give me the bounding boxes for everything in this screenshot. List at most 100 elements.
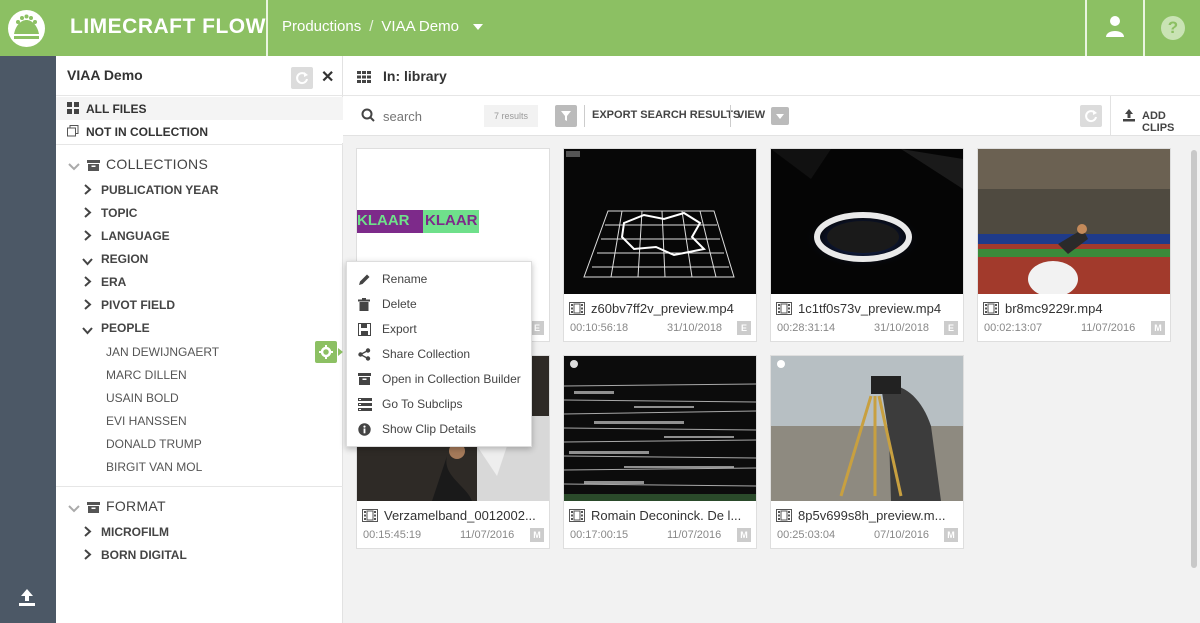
refresh-icon — [296, 72, 308, 85]
limecraft-logo[interactable] — [8, 10, 45, 47]
clip-card[interactable]: Romain Deconinck. De l... 00:17:00:15 11… — [563, 355, 757, 549]
user-icon[interactable] — [1104, 15, 1126, 44]
collection-item[interactable]: REGION — [56, 247, 343, 270]
grid-icon — [67, 102, 79, 117]
person-item[interactable]: DONALD TRUMP — [56, 432, 343, 455]
filter-not-in-collection[interactable]: NOT IN COLLECTION — [56, 120, 343, 143]
close-icon[interactable]: ✕ — [321, 67, 334, 87]
clip-duration: 00:25:03:04 — [777, 529, 836, 541]
person-label: EVI HANSSEN — [106, 414, 187, 428]
clip-thumbnail — [564, 356, 756, 501]
collection-item[interactable]: TOPIC — [56, 201, 343, 224]
menu-item-open-collection-builder[interactable]: Open in Collection Builder — [347, 367, 533, 392]
menu-item-label: Rename — [382, 272, 428, 286]
header-divider — [1143, 0, 1145, 56]
clip-date: 11/07/2016 — [460, 529, 515, 541]
export-search-results-button[interactable]: EXPORT SEARCH RESULTS — [592, 109, 740, 121]
upload-icon[interactable] — [17, 587, 37, 612]
refresh-button[interactable] — [291, 67, 313, 89]
clip-badge: M — [944, 528, 958, 542]
clip-date: 07/10/2016 — [874, 529, 930, 541]
toolbar-divider — [730, 105, 731, 127]
menu-item-show-clip-details[interactable]: Show Clip Details — [347, 417, 533, 442]
clip-card[interactable]: 1c1tf0s73v_preview.mp4 00:28:31:14 31/10… — [770, 148, 964, 342]
clip-badge: M — [737, 528, 751, 542]
collection-item[interactable]: LANGUAGE — [56, 224, 343, 247]
breadcrumb-productions[interactable]: Productions — [282, 18, 361, 35]
clip-duration: 00:15:45:19 — [363, 529, 422, 541]
clip-card[interactable]: br8mc9229r.mp4 00:02:13:07 11/07/2016 M — [977, 148, 1171, 342]
film-icon — [362, 509, 378, 525]
archive-icon — [87, 500, 100, 518]
clip-date: 11/07/2016 — [1081, 322, 1136, 334]
collection-item[interactable]: ERA — [56, 270, 343, 293]
filter-all-files[interactable]: ALL FILES — [56, 97, 343, 120]
collection-item-label: LANGUAGE — [101, 229, 170, 243]
add-clips-button[interactable]: ADD CLIPS — [1110, 96, 1200, 136]
clip-name: 8p5v699s8h_preview.m... — [776, 508, 960, 526]
view-dropdown[interactable] — [771, 107, 789, 125]
collection-item[interactable]: PUBLICATION YEAR — [56, 178, 343, 201]
collection-item[interactable]: PEOPLE — [56, 316, 343, 339]
info-icon — [358, 423, 371, 439]
menu-item-share-collection[interactable]: Share Collection — [347, 342, 533, 367]
app-brand[interactable]: LIMECRAFT FLOW — [70, 15, 266, 39]
clip-badge: E — [737, 321, 751, 335]
menu-item-label: Open in Collection Builder — [382, 372, 521, 386]
film-icon — [776, 509, 792, 525]
section-collections[interactable]: COLLECTIONS — [56, 144, 343, 180]
section-format[interactable]: FORMAT — [56, 486, 343, 522]
person-item[interactable]: EVI HANSSEN — [56, 409, 343, 432]
person-item[interactable]: MARC DILLEN — [56, 363, 343, 386]
person-item[interactable]: JAN DEWIJNGAERT — [56, 340, 343, 363]
clip-duration: 00:02:13:07 — [984, 322, 1043, 334]
trash-icon — [358, 298, 370, 314]
pencil-icon — [358, 273, 371, 289]
menu-item-delete[interactable]: Delete — [347, 292, 533, 317]
chevron-down-icon — [68, 500, 80, 518]
help-icon[interactable]: ? — [1161, 16, 1185, 40]
chevron-down-icon[interactable] — [472, 23, 483, 30]
clip-duration: 00:10:56:18 — [570, 322, 629, 334]
menu-item-export[interactable]: Export — [347, 317, 533, 342]
format-item-label: MICROFILM — [101, 525, 169, 539]
upload-icon — [1122, 108, 1136, 127]
clip-duration: 00:17:00:15 — [570, 529, 629, 541]
person-item[interactable]: USAIN BOLD — [56, 386, 343, 409]
menu-item-go-to-subclips[interactable]: Go To Subclips — [347, 392, 533, 417]
format-item[interactable]: BORN DIGITAL — [56, 543, 343, 566]
refresh-button[interactable] — [1080, 105, 1102, 127]
format-item-label: BORN DIGITAL — [101, 548, 187, 562]
chevron-right-icon — [84, 184, 92, 198]
film-icon — [569, 302, 585, 318]
film-icon — [983, 302, 999, 318]
chevron-down-icon — [82, 324, 93, 338]
breadcrumb-current[interactable]: VIAA Demo — [381, 18, 459, 35]
clip-date: 11/07/2016 — [667, 529, 722, 541]
search-input[interactable] — [383, 105, 483, 127]
clip-card[interactable]: 8p5v699s8h_preview.m... 00:25:03:04 07/1… — [770, 355, 964, 549]
clip-name: z60bv7ff2v_preview.mp4 — [569, 301, 753, 319]
view-button[interactable]: VIEW — [737, 109, 765, 121]
gear-icon[interactable] — [315, 341, 337, 363]
person-item[interactable]: BIRGIT VAN MOL — [56, 455, 343, 478]
context-menu: Rename Delete Export Share Collection Op… — [346, 261, 532, 447]
header-divider — [266, 0, 268, 56]
add-clips-label: ADD CLIPS — [1142, 110, 1175, 134]
scrollbar[interactable] — [1191, 150, 1197, 568]
collection-item-label: REGION — [101, 252, 149, 266]
filter-label: ALL FILES — [86, 102, 147, 116]
collection-sidebar: VIAA Demo ✕ ALL FILES NOT IN COLLECTION … — [56, 56, 343, 623]
filter-label: NOT IN COLLECTION — [86, 125, 208, 139]
menu-item-rename[interactable]: Rename — [347, 267, 533, 292]
search-toolbar: 7 results EXPORT SEARCH RESULTS VIEW ADD… — [343, 96, 1200, 136]
clip-card[interactable]: z60bv7ff2v_preview.mp4 00:10:56:18 31/10… — [563, 148, 757, 342]
clip-date: 31/10/2018 — [667, 322, 723, 334]
chevron-right-icon — [84, 549, 92, 563]
chevron-down-icon — [68, 158, 80, 176]
format-item[interactable]: MICROFILM — [56, 520, 343, 543]
collection-item[interactable]: PIVOT FIELD — [56, 293, 343, 316]
clip-duration: 00:28:31:14 — [777, 322, 836, 334]
filter-button[interactable] — [555, 105, 577, 127]
menu-item-label: Delete — [382, 297, 417, 311]
